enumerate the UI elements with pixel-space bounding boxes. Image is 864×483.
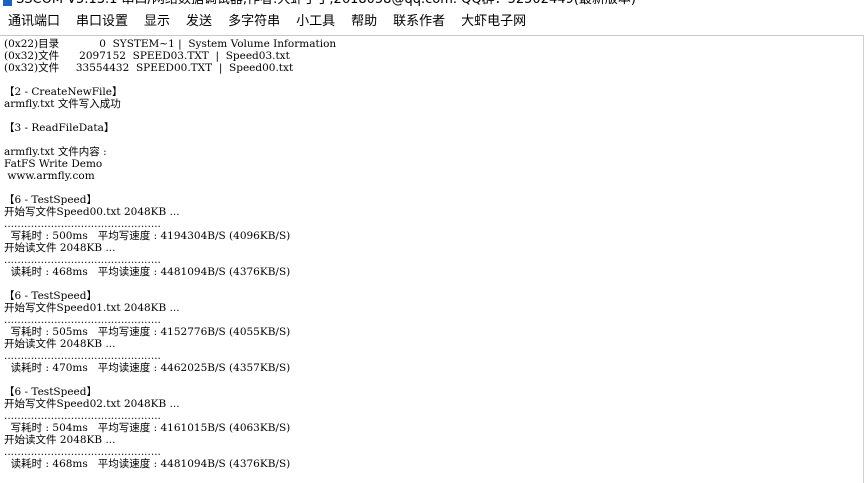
menu-item-website[interactable]: 大虾电子网 [453,12,534,32]
terminal-line: 【2 - CreateNewFile】 [4,86,123,98]
terminal-line: ........................................… [4,314,161,326]
receive-area[interactable]: (0x22)目录 0 SYSTEM~1 | System Volume Info… [0,35,864,483]
terminal-line: (0x22)目录 0 SYSTEM~1 | System Volume Info… [4,38,337,50]
terminal-line: 开始读文件 2048KB ... [4,242,116,254]
menu-item-multi-string[interactable]: 多字符串 [220,12,288,32]
terminal-line: 读耗时 : 468ms 平均读速度 : 4481094B/S (4376KB/S… [4,266,291,278]
terminal-line: ........................................… [4,410,161,422]
terminal-output: (0x22)目录 0 SYSTEM~1 | System Volume Info… [0,36,864,470]
terminal-line: armfly.txt 文件内容 : [4,146,107,158]
window-title: SSCOM V5.13.1 串口/网络数据调试器,作者:大虾丁丁,2618058… [16,0,636,8]
menu-bar: 通讯端口 串口设置 显示 发送 多字符串 小工具 帮助 联系作者 大虾电子网 [0,11,864,33]
terminal-line: armfly.txt 文件写入成功 [4,98,121,110]
terminal-line: 写耗时 : 504ms 平均写速度 : 4161015B/S (4063KB/S… [4,422,291,434]
menu-item-port[interactable]: 通讯端口 [0,12,68,32]
app-icon [3,0,12,6]
title-bar: SSCOM V5.13.1 串口/网络数据调试器,作者:大虾丁丁,2618058… [0,0,864,8]
terminal-line: 开始读文件 2048KB ... [4,338,116,350]
terminal-line: FatFS Write Demo [4,158,103,170]
terminal-line: ........................................… [4,254,161,266]
menu-item-help[interactable]: 帮助 [343,12,385,32]
menu-item-serial-settings[interactable]: 串口设置 [68,12,136,32]
terminal-line: ........................................… [4,350,161,362]
menu-item-contact[interactable]: 联系作者 [385,12,453,32]
terminal-line: 写耗时 : 500ms 平均写速度 : 4194304B/S (4096KB/S… [4,230,291,242]
terminal-line: ........................................… [4,218,161,230]
terminal-line: 读耗时 : 468ms 平均读速度 : 4481094B/S (4376KB/S… [4,458,291,470]
menu-item-send[interactable]: 发送 [178,12,220,32]
terminal-line: 【6 - TestSpeed】 [4,194,97,206]
terminal-line: (0x32)文件 2097152 SPEED03.TXT | Speed03.t… [4,50,290,62]
menu-item-tools[interactable]: 小工具 [288,12,343,32]
terminal-line: 【3 - ReadFileData】 [4,122,115,134]
terminal-line: 开始写文件Speed00.txt 2048KB ... [4,206,180,218]
terminal-line: 【6 - TestSpeed】 [4,386,97,398]
menu-item-display[interactable]: 显示 [136,12,178,32]
terminal-line: 开始写文件Speed01.txt 2048KB ... [4,302,180,314]
terminal-line: 读耗时 : 470ms 平均读速度 : 4462025B/S (4357KB/S… [4,362,291,374]
terminal-line: 【6 - TestSpeed】 [4,290,97,302]
terminal-line: 开始读文件 2048KB ... [4,434,116,446]
terminal-line: ........................................… [4,446,161,458]
terminal-line: 写耗时 : 505ms 平均写速度 : 4152776B/S (4055KB/S… [4,326,291,338]
terminal-line: www.armfly.com [4,170,95,182]
terminal-line: 开始写文件Speed02.txt 2048KB ... [4,398,180,410]
terminal-line: (0x32)文件 33554432 SPEED00.TXT | Speed00.… [4,62,294,74]
